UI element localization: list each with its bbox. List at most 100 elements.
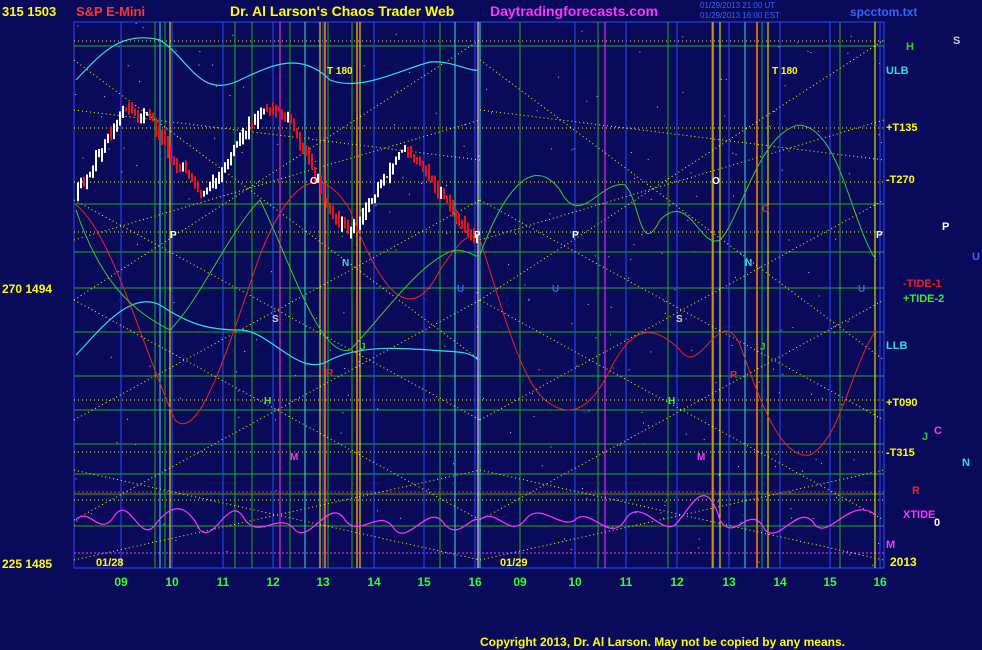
star-dot [581, 30, 583, 32]
star-dot [421, 183, 423, 184]
star-dot [880, 142, 882, 144]
star-dot [718, 474, 720, 476]
star-dot [275, 490, 277, 492]
star-dot [664, 312, 666, 314]
in-chart-label: J [760, 342, 766, 353]
star-dot [703, 439, 705, 441]
star-dot [691, 350, 693, 352]
star-dot [788, 239, 790, 241]
star-dot [650, 199, 652, 201]
right-label: -T270 [886, 174, 915, 186]
star-dot [77, 25, 79, 27]
star-dot [435, 112, 437, 114]
star-dot [376, 510, 378, 512]
star-dot [818, 295, 820, 297]
in-chart-label: P [876, 230, 883, 241]
star-dot [149, 365, 151, 367]
star-dot [685, 433, 687, 435]
star-dot [634, 177, 635, 179]
star-dot [510, 432, 511, 434]
star-dot [486, 88, 488, 90]
star-dot [836, 496, 837, 498]
star-dot [476, 292, 478, 294]
star-dot [330, 349, 332, 351]
star-dot [179, 397, 181, 399]
star-dot [389, 211, 391, 213]
right-label: U [972, 251, 980, 263]
star-dot [682, 91, 684, 93]
in-chart-label: R [730, 370, 738, 381]
star-dot [110, 356, 112, 358]
star-dot [236, 371, 238, 373]
star-dot [792, 327, 794, 329]
star-dot [229, 95, 231, 96]
star-dot [571, 149, 573, 151]
right-label: 0 [934, 517, 940, 529]
star-dot [341, 235, 343, 237]
star-dot [732, 195, 734, 197]
in-chart-label: T 180 [772, 66, 798, 77]
star-dot [199, 51, 201, 52]
in-chart-label: H [668, 396, 675, 407]
star-dot [238, 416, 240, 418]
star-dot [847, 321, 849, 323]
x-tick-day1: 14 [367, 575, 381, 589]
star-dot [127, 65, 129, 67]
star-dot [696, 195, 698, 197]
star-dot [582, 488, 583, 489]
star-dot [724, 115, 726, 117]
star-dot [142, 27, 144, 29]
star-dot [788, 150, 790, 152]
in-chart-label: U [552, 284, 559, 295]
star-dot [586, 498, 588, 500]
star-dot [212, 64, 214, 66]
star-dot [647, 425, 649, 426]
star-dot [660, 512, 662, 514]
star-dot [232, 34, 234, 36]
star-dot [817, 130, 819, 132]
star-dot [639, 51, 641, 53]
x-tick-day2: 11 [620, 575, 633, 589]
star-dot [698, 547, 700, 549]
star-dot [586, 100, 588, 102]
star-dot [841, 404, 843, 406]
star-dot [100, 116, 102, 118]
star-dot [847, 52, 849, 54]
star-dot [802, 470, 804, 472]
x-tick-day1: 16 [468, 575, 482, 589]
right-label: C [934, 425, 942, 437]
in-chart-label: H [264, 396, 271, 407]
star-dot [75, 94, 77, 95]
star-dot [811, 393, 813, 395]
star-dot [136, 165, 138, 166]
star-dot [690, 172, 692, 174]
star-dot [483, 398, 484, 400]
star-dot [531, 392, 533, 394]
x-tick-day1: 09 [114, 575, 128, 589]
star-dot [121, 171, 123, 173]
in-chart-label: T 180 [327, 66, 353, 77]
x-tick-day1: 15 [417, 575, 431, 589]
star-dot [308, 137, 310, 138]
star-dot [608, 256, 610, 258]
star-dot [175, 540, 177, 541]
star-dot [91, 513, 92, 515]
star-dot [188, 198, 190, 200]
star-dot [340, 432, 342, 434]
star-dot [878, 134, 880, 136]
star-dot [810, 52, 812, 53]
right-label: S [953, 35, 960, 47]
star-dot [807, 50, 809, 52]
x-tick-day1: 13 [316, 575, 330, 589]
right-label: J [922, 431, 928, 443]
star-dot [791, 517, 792, 519]
star-dot [647, 159, 649, 161]
star-dot [853, 459, 855, 461]
star-dot [740, 254, 742, 255]
star-dot [370, 209, 371, 211]
in-chart-label: P [474, 230, 481, 241]
star-dot [427, 488, 429, 490]
site-title: Dr. Al Larson's Chaos Trader Web [230, 3, 455, 19]
in-chart-label: S [272, 314, 279, 325]
star-dot [610, 306, 612, 308]
